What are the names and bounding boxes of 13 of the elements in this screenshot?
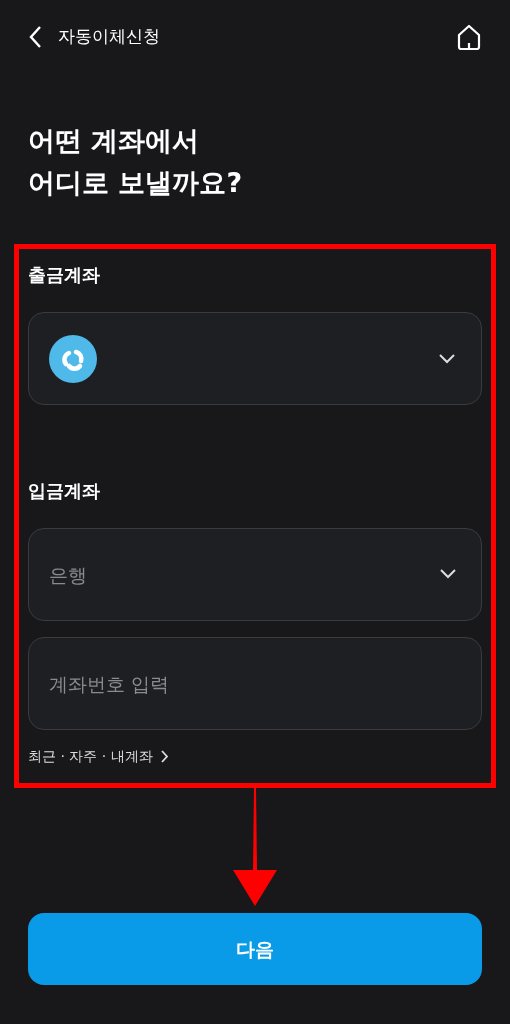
heading: 어떤 계좌에서 어디로 보낼까요?	[28, 124, 244, 200]
bank-select[interactable]: 은행	[28, 528, 482, 621]
chevron-down-icon	[440, 569, 456, 579]
chevron-right-icon	[160, 750, 169, 763]
chevron-down-icon	[439, 353, 455, 364]
account-number-field[interactable]: 계좌번호 입력	[28, 637, 482, 730]
back-icon[interactable]	[28, 25, 42, 49]
page-title: 자동이체신청	[58, 25, 160, 49]
recent-accounts-link[interactable]: 최근 · 자주 · 내계좌	[28, 746, 169, 767]
home-icon[interactable]	[456, 24, 482, 50]
section-label: 입금계좌	[28, 479, 101, 503]
section-label: 출금계좌	[28, 263, 101, 287]
account-select[interactable]	[28, 312, 482, 405]
